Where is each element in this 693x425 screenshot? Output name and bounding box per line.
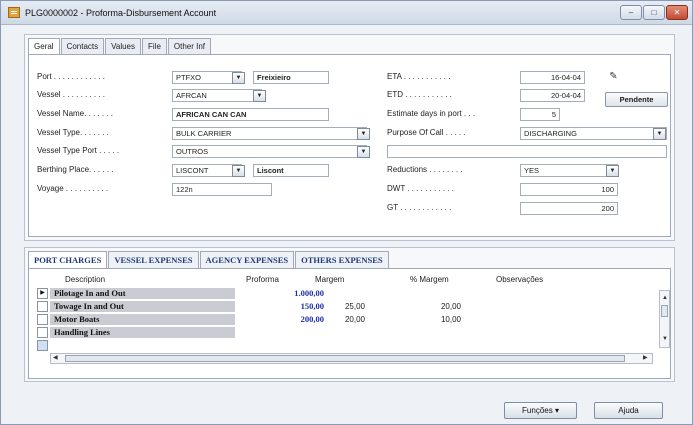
scroll-right-icon[interactable]: ▶ xyxy=(643,354,648,363)
estimate-days-field[interactable]: 5 xyxy=(520,108,560,121)
minimize-button[interactable]: – xyxy=(620,5,642,20)
vessel-type-port-label: Vessel Type Port . . . . . xyxy=(37,146,120,155)
maximize-button[interactable]: □ xyxy=(643,5,665,20)
berthing-place-name-field[interactable]: Liscont xyxy=(253,164,329,177)
gt-field[interactable]: 200 xyxy=(520,202,618,215)
row-pct-margem[interactable] xyxy=(439,288,461,299)
chevron-down-icon: ▾ xyxy=(554,406,559,415)
berthing-place-label: Berthing Place. . . . . . xyxy=(37,165,114,174)
charges-grid-panel: PORT CHARGES VESSEL EXPENSES AGENCY EXPE… xyxy=(24,247,675,382)
vessel-type-dropdown-icon[interactable]: ▼ xyxy=(357,128,370,140)
title-bar: PLG0000002 - Proforma-Disbursement Accou… xyxy=(1,1,692,25)
pencil-icon[interactable]: ✎ xyxy=(607,71,620,84)
row-proforma[interactable]: 150,00 xyxy=(255,301,324,312)
column-header-observacoes[interactable]: Observações xyxy=(496,275,543,284)
purpose-of-call-field[interactable]: DISCHARGING xyxy=(520,127,667,140)
scroll-down-icon[interactable]: ▼ xyxy=(662,335,668,344)
eta-field[interactable]: 16-04-04 xyxy=(520,71,585,84)
functions-button[interactable]: Funções ▾ xyxy=(504,402,577,419)
row-selector-icon[interactable] xyxy=(37,301,48,312)
scroll-left-icon[interactable]: ◀ xyxy=(53,354,58,363)
tab-geral[interactable]: Geral xyxy=(28,38,60,55)
row-proforma[interactable]: 200,00 xyxy=(255,314,324,325)
voyage-label: Voyage . . . . . . . . . . xyxy=(37,184,109,193)
help-button[interactable]: Ajuda xyxy=(594,402,663,419)
row-margem[interactable]: 20,00 xyxy=(331,314,365,325)
dwt-label: DWT . . . . . . . . . . . xyxy=(387,184,454,193)
row-margem[interactable]: 25,00 xyxy=(331,301,365,312)
tab-other-inf[interactable]: Other Inf xyxy=(167,38,212,54)
voyage-field[interactable]: 122n xyxy=(172,183,272,196)
reductions-field[interactable]: YES xyxy=(520,164,618,177)
vessel-label: Vessel . . . . . . . . . . xyxy=(37,90,106,99)
row-pct-margem[interactable]: 10,00 xyxy=(439,314,461,325)
tab-values[interactable]: Values xyxy=(105,38,142,54)
port-dropdown-icon[interactable]: ▼ xyxy=(232,72,245,84)
row-description[interactable]: Handling Lines xyxy=(50,327,235,338)
vessel-dropdown-icon[interactable]: ▼ xyxy=(253,90,266,102)
proforma-window: PLG0000002 - Proforma-Disbursement Accou… xyxy=(0,0,693,425)
column-header-margem[interactable]: Margem xyxy=(315,275,344,284)
charges-grid: Description Proforma Margem % Margem Obs… xyxy=(28,268,671,379)
row-selector-icon[interactable] xyxy=(37,327,48,338)
row-pct-margem[interactable] xyxy=(439,327,461,338)
functions-button-label: Funções xyxy=(522,406,553,415)
dwt-field[interactable]: 100 xyxy=(520,183,618,196)
vessel-field[interactable]: AFRCAN xyxy=(172,89,262,102)
etd-label: ETD . . . . . . . . . . . xyxy=(387,90,452,99)
app-icon xyxy=(8,7,20,18)
tab-agency-expenses[interactable]: AGENCY EXPENSES xyxy=(199,251,295,268)
purpose-of-call-label: Purpose Of Call . . . . . xyxy=(387,128,466,137)
port-label: Port . . . . . . . . . . . . xyxy=(37,72,106,81)
vessel-type-field[interactable]: BULK CARRIER xyxy=(172,127,367,140)
estimate-days-label: Estimate days in port . . . xyxy=(387,109,476,118)
horizontal-scroll-thumb[interactable] xyxy=(65,355,625,362)
row-description[interactable]: Motor Boats xyxy=(50,314,235,325)
horizontal-scrollbar[interactable]: ◀ ▶ xyxy=(50,353,653,364)
tab-port-charges[interactable]: PORT CHARGES xyxy=(28,251,108,268)
vessel-type-label: Vessel Type. . . . . . . xyxy=(37,128,109,137)
purpose-description-field[interactable] xyxy=(387,145,667,158)
row-margem[interactable] xyxy=(331,288,365,299)
vessel-type-port-field[interactable]: OUTROS xyxy=(172,145,367,158)
reductions-label: Reductions . . . . . . . . xyxy=(387,165,463,174)
geral-tab-body: Port . . . . . . . . . . . . PTFXO ▼ Fre… xyxy=(28,54,671,237)
column-header-pct-margem[interactable]: % Margem xyxy=(410,275,449,284)
row-selector-icon[interactable] xyxy=(37,314,48,325)
tab-others-expenses[interactable]: OTHERS EXPENSES xyxy=(295,251,389,268)
gt-label: GT . . . . . . . . . . . . xyxy=(387,203,452,212)
row-pct-margem[interactable]: 20,00 xyxy=(439,301,461,312)
window-title: PLG0000002 - Proforma-Disbursement Accou… xyxy=(25,8,217,18)
row-selector-icon[interactable]: ▶ xyxy=(37,288,48,299)
vessel-type-port-dropdown-icon[interactable]: ▼ xyxy=(357,146,370,158)
column-header-description[interactable]: Description xyxy=(65,275,105,284)
charges-tabs: PORT CHARGES VESSEL EXPENSES AGENCY EXPE… xyxy=(28,251,390,268)
header-form-panel: Geral Contacts Values File Other Inf Por… xyxy=(24,34,675,241)
tab-vessel-expenses[interactable]: VESSEL EXPENSES xyxy=(108,251,199,268)
scroll-up-icon[interactable]: ▲ xyxy=(662,294,668,303)
vessel-name-label: Vessel Name. . . . . . . xyxy=(37,109,114,118)
row-proforma[interactable]: 1.000,00 xyxy=(255,288,324,299)
status-button[interactable]: Pendente xyxy=(605,92,668,107)
row-description[interactable]: Towage In and Out xyxy=(50,301,235,312)
row-margem[interactable] xyxy=(331,327,365,338)
vessel-name-field[interactable]: AFRICAN CAN CAN xyxy=(172,108,329,121)
etd-field[interactable]: 20-04-04 xyxy=(520,89,585,102)
port-name-field[interactable]: Freixieiro xyxy=(253,71,329,84)
tab-file[interactable]: File xyxy=(142,38,167,54)
row-proforma[interactable] xyxy=(255,327,324,338)
berthing-place-dropdown-icon[interactable]: ▼ xyxy=(232,165,245,177)
eta-label: ETA . . . . . . . . . . . xyxy=(387,72,451,81)
purpose-of-call-dropdown-icon[interactable]: ▼ xyxy=(653,128,666,140)
reductions-dropdown-icon[interactable]: ▼ xyxy=(606,165,619,177)
vertical-scroll-thumb[interactable] xyxy=(661,305,668,317)
tab-contacts[interactable]: Contacts xyxy=(60,38,105,54)
new-row-selector[interactable] xyxy=(37,340,48,351)
column-header-proforma[interactable]: Proforma xyxy=(246,275,279,284)
header-tabs: Geral Contacts Values File Other Inf xyxy=(28,38,212,55)
row-description[interactable]: Pilotage In and Out xyxy=(50,288,235,299)
close-button[interactable]: ✕ xyxy=(666,5,688,20)
vertical-scrollbar[interactable]: ▲ ▼ xyxy=(659,290,670,348)
